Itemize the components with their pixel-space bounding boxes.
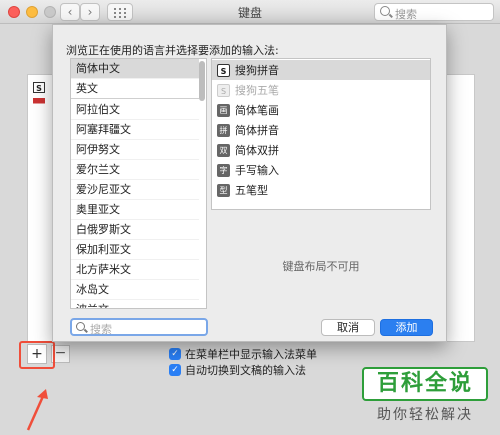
search-placeholder: 搜索 [90,323,112,336]
sogou-icon[interactable]: S [33,82,45,93]
watermark-title: 百科全说 [362,367,488,401]
input-method-label: 手写输入 [235,164,279,177]
input-method-label: 简体拼音 [235,124,279,137]
auto-switch-checkbox-row[interactable]: ✓ 自动切换到文稿的输入法 [169,362,306,378]
keyboard-layout-unavailable: 键盘布局不可用 [282,260,360,273]
checkbox-checked-icon[interactable]: ✓ [169,348,181,360]
language-item[interactable]: 阿塞拜疆文 [71,120,199,140]
cancel-button[interactable]: 取消 [321,319,375,336]
input-method-item[interactable]: 型 五笔型 [212,180,430,200]
checkbox-checked-icon[interactable]: ✓ [169,364,181,376]
input-method-item[interactable]: S 搜狗五笔 [212,80,430,100]
stroke-icon: 画 [217,103,230,117]
language-item[interactable]: 保加利亚文 [71,240,199,260]
show-menu-checkbox-row[interactable]: ✓ 在菜单栏中显示输入法菜单 [169,346,317,362]
pinyin-icon: 拼 [217,123,230,137]
language-item[interactable]: 波兰文 [71,300,199,308]
language-item[interactable]: 白俄罗斯文 [71,220,199,240]
input-method-label: 简体双拼 [235,144,279,157]
language-item[interactable]: 爱沙尼亚文 [71,180,199,200]
highlight-box [19,341,55,369]
input-method-item[interactable]: 画 简体笔画 [212,100,430,120]
sheet-prompt: 浏览正在使用的语言并选择要添加的输入法: [66,44,279,57]
handwriting-icon: 字 [217,163,230,177]
language-item[interactable]: 冰岛文 [71,280,199,300]
wubi-icon: 型 [217,183,230,197]
input-method-item[interactable]: 拼 简体拼音 [212,120,430,140]
list-divider [71,98,199,99]
auto-switch-label: 自动切换到文稿的输入法 [185,364,306,377]
annotation-arrow-icon [26,389,48,431]
language-item[interactable]: 北方萨米文 [71,260,199,280]
input-method-item[interactable]: S 搜狗拼音 [212,60,430,80]
search-field[interactable]: 搜索 [374,3,494,21]
shuangpin-icon: 双 [217,143,230,157]
us-flag-icon[interactable] [33,98,45,109]
search-icon [380,6,390,16]
search-icon [76,322,85,331]
language-item[interactable]: 简体中文 [71,59,199,79]
language-list-scrollbar[interactable] [199,61,205,101]
input-method-label: 五笔型 [235,184,268,197]
add-button[interactable]: 添加 [380,319,433,336]
language-item[interactable]: 阿伊努文 [71,140,199,160]
input-method-item[interactable]: 双 简体双拼 [212,140,430,160]
language-item[interactable]: 阿拉伯文 [71,100,199,120]
language-item[interactable]: 奥里亚文 [71,200,199,220]
sogou-icon: S [217,63,230,77]
watermark-logo: 百科全说 助你轻松解决 [362,367,488,429]
language-list[interactable]: 简体中文 英文 阿拉伯文 阿塞拜疆文 阿伊努文 爱尔兰文 爱沙尼亚文 奥里亚文 … [70,58,207,309]
input-method-label: 简体笔画 [235,104,279,117]
sogou-icon: S [217,83,230,97]
watermark-subtitle: 助你轻松解决 [377,407,473,423]
language-item[interactable]: 爱尔兰文 [71,160,199,180]
add-input-source-sheet: 浏览正在使用的语言并选择要添加的输入法: 简体中文 英文 阿拉伯文 阿塞拜疆文 … [52,24,447,342]
language-item[interactable]: 英文 [71,79,199,99]
title-bar: ‹ › 键盘 搜索 [0,0,500,24]
input-method-item[interactable]: 字 手写输入 [212,160,430,180]
input-method-label: 搜狗拼音 [235,64,279,77]
search-placeholder: 搜索 [395,8,417,21]
show-menu-label: 在菜单栏中显示输入法菜单 [185,348,317,361]
sheet-search-input[interactable]: 搜索 [70,318,208,336]
input-method-label: 搜狗五笔 [235,84,279,97]
input-method-list[interactable]: S 搜狗拼音 S 搜狗五笔 画 简体笔画 拼 简体拼音 双 简体双拼 字 手写输… [211,58,431,210]
